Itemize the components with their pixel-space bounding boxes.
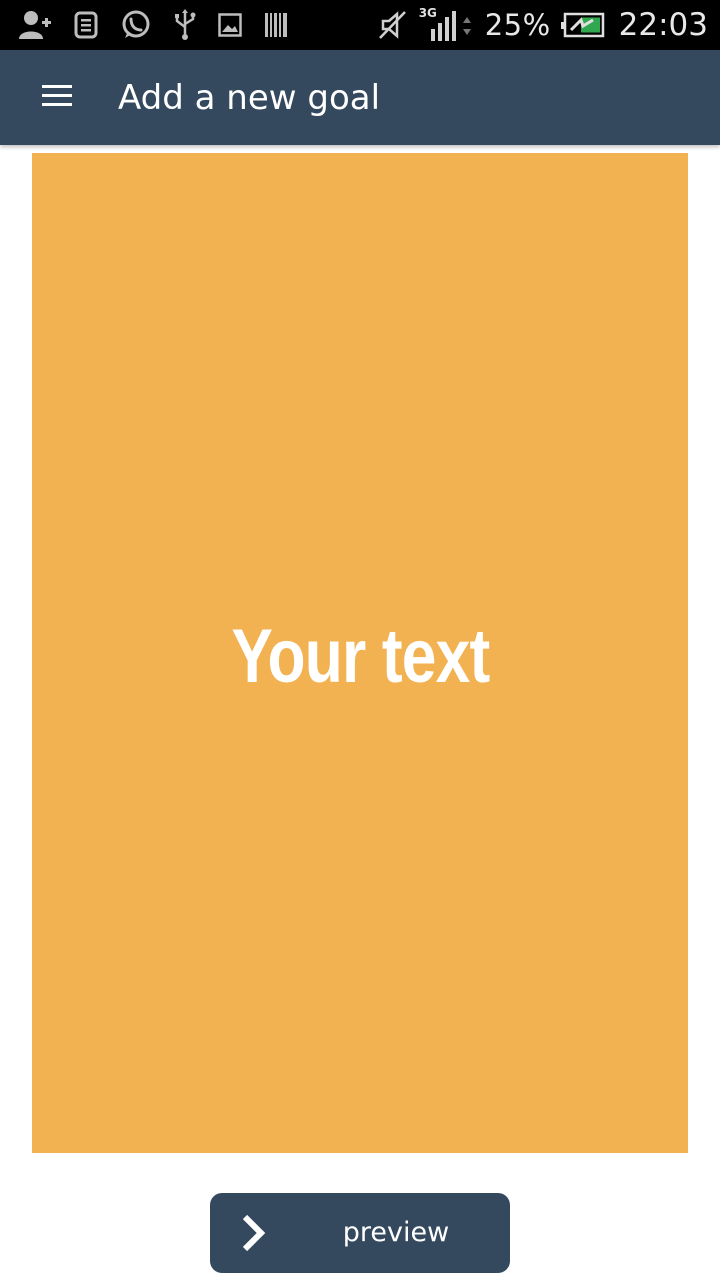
- add-contact-icon: [18, 9, 52, 41]
- preview-button-label: preview: [342, 1217, 450, 1248]
- signal-icon: 3G: [418, 6, 475, 43]
- status-bar: 3G 25% 22:03: [0, 0, 720, 50]
- status-bar-system: 3G 25% 22:03: [377, 5, 708, 45]
- barcode-icon: [264, 11, 288, 39]
- image-icon: [218, 13, 242, 37]
- chevron-right-icon: [234, 1213, 274, 1253]
- goal-preview-card[interactable]: Your text: [32, 153, 688, 1153]
- page-title: Add a new goal: [118, 78, 381, 118]
- sim-toolkit-icon: [74, 11, 98, 39]
- goal-text[interactable]: Your text: [231, 613, 490, 700]
- battery-percentage: 25%: [484, 8, 551, 42]
- menu-button[interactable]: [26, 72, 88, 124]
- hamburger-menu-icon: [42, 84, 72, 112]
- app-bar: Add a new goal: [0, 50, 720, 145]
- silent-mode-icon: [377, 9, 409, 41]
- status-bar-notifications: [18, 8, 288, 42]
- battery-icon: [560, 12, 605, 38]
- whatsapp-icon: [120, 9, 152, 41]
- network-type-label: 3G: [418, 6, 437, 20]
- preview-button[interactable]: preview: [210, 1193, 510, 1273]
- clock: 22:03: [618, 7, 708, 43]
- usb-icon: [174, 9, 196, 41]
